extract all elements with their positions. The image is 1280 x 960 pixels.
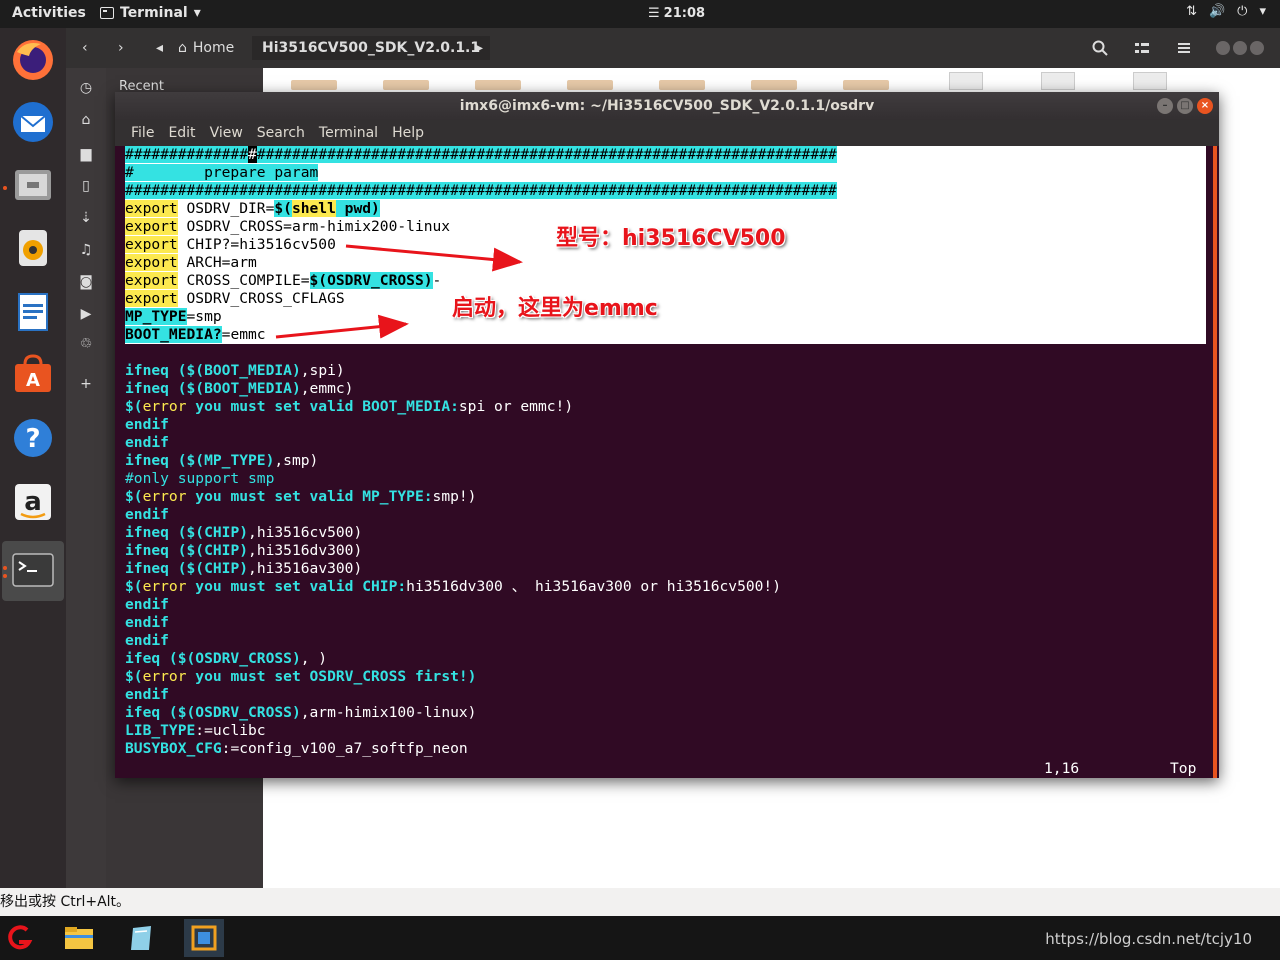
watermark: https://blog.csdn.net/tcjy10: [1045, 930, 1252, 948]
vmware-icon[interactable]: [184, 919, 224, 957]
app-icon-g[interactable]: [2, 922, 36, 954]
annotation-arrow-boot: [275, 314, 409, 339]
vm-hint-text: 移出或按 Ctrl+Alt。: [0, 894, 131, 910]
folder-icon[interactable]: [62, 922, 96, 954]
vm-hint-bar: 移出或按 Ctrl+Alt。: [0, 888, 1280, 916]
annotation-boot: 启动，这里为emmc: [452, 296, 658, 321]
annotation-chip: 型号：hi3516CV500: [556, 226, 786, 251]
annotation-arrows: [275, 244, 523, 339]
notepad-icon[interactable]: [124, 922, 158, 954]
annotation-arrow-chip: [345, 244, 523, 272]
